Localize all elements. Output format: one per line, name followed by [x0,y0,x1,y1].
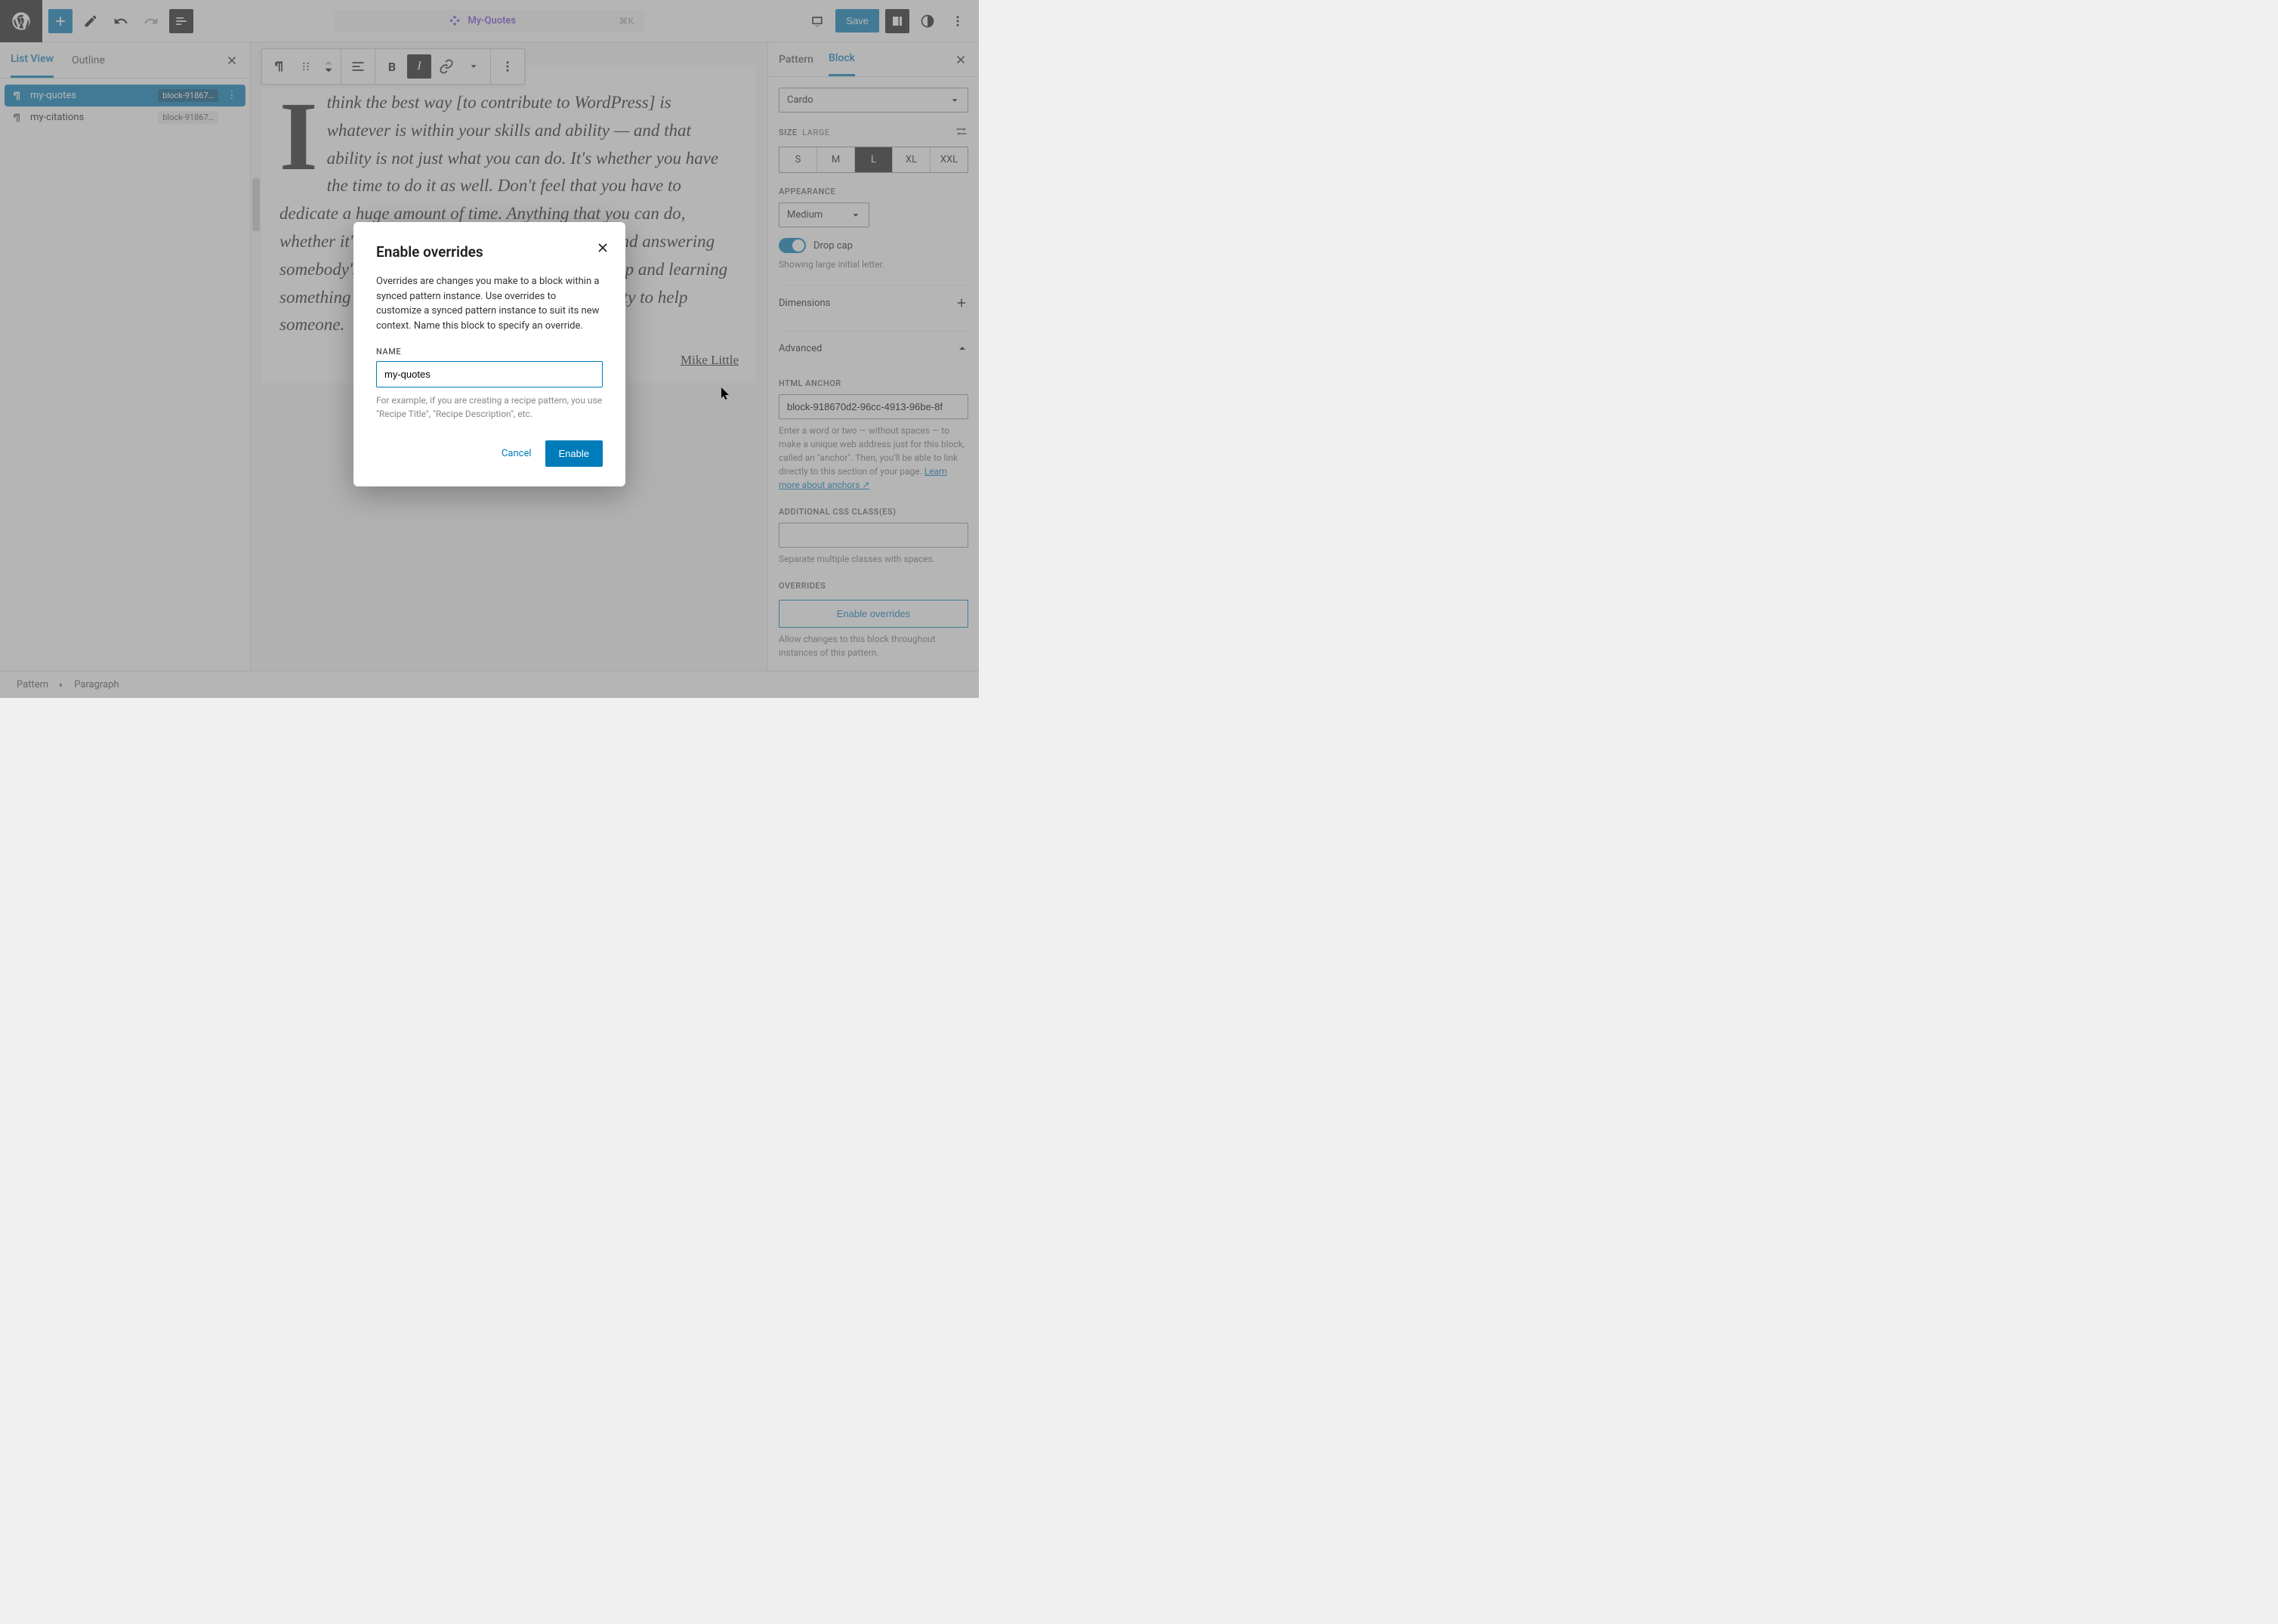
modal-enable-button[interactable]: Enable [545,440,603,467]
modal-close-button[interactable] [594,239,612,257]
modal-cancel-button[interactable]: Cancel [502,448,532,459]
modal-description: Overrides are changes you make to a bloc… [376,274,603,333]
modal-hint: For example, if you are creating a recip… [376,394,603,421]
modal-title: Enable overrides [376,243,603,261]
override-name-input[interactable] [376,361,603,387]
enable-overrides-modal: Enable overrides Overrides are changes y… [353,222,625,486]
mouse-cursor [721,387,732,404]
modal-name-label: NAME [376,347,603,357]
